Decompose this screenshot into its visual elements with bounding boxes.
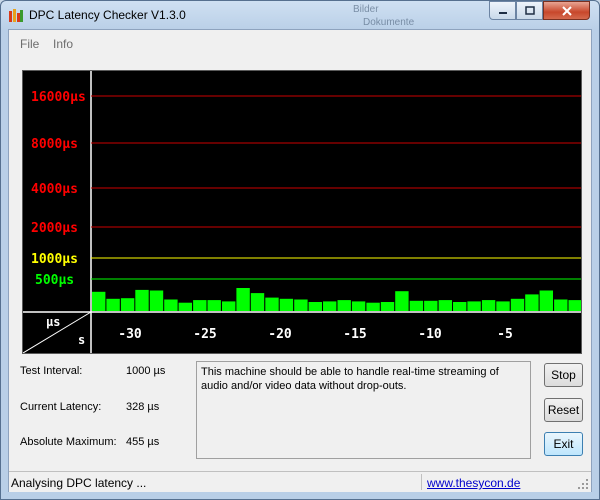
latency-bars bbox=[92, 288, 581, 311]
current-latency-label: Current Latency: bbox=[20, 401, 102, 413]
latency-bar bbox=[554, 299, 568, 311]
stop-button[interactable]: Stop bbox=[544, 363, 583, 387]
status-separator bbox=[421, 474, 422, 490]
latency-bar bbox=[366, 302, 380, 311]
latency-bar bbox=[193, 300, 207, 311]
app-window: DPC Latency Checker V1.3.0 Bilder Dokume… bbox=[0, 0, 600, 500]
resize-grip-icon[interactable] bbox=[578, 479, 589, 490]
window-title: DPC Latency Checker V1.3.0 bbox=[29, 8, 186, 22]
absolute-maximum-label: Absolute Maximum: bbox=[20, 436, 117, 448]
reset-button[interactable]: Reset bbox=[544, 398, 583, 422]
status-bar: Analysing DPC latency ... www.thesycon.d… bbox=[9, 471, 591, 492]
latency-bar bbox=[525, 294, 539, 311]
minimize-button[interactable] bbox=[489, 1, 516, 20]
test-interval-value: 1000 µs bbox=[126, 365, 166, 377]
close-icon bbox=[561, 5, 572, 16]
latency-bar bbox=[467, 301, 481, 311]
latency-bar bbox=[250, 293, 265, 311]
y-label-1000: 1000µs bbox=[31, 252, 78, 267]
x-label: -10 bbox=[418, 327, 442, 342]
maximize-icon bbox=[524, 6, 535, 15]
latency-bar bbox=[149, 290, 164, 311]
latency-bar bbox=[409, 300, 424, 311]
background-hint-2: Dokumente bbox=[363, 17, 415, 28]
y-label-16000: 16000µs bbox=[31, 90, 86, 105]
latency-bar bbox=[164, 299, 178, 311]
maximize-button[interactable] bbox=[516, 1, 543, 20]
close-button[interactable] bbox=[543, 1, 590, 20]
latency-bar bbox=[265, 297, 279, 311]
x-label: -30 bbox=[118, 327, 142, 342]
x-label: -20 bbox=[268, 327, 292, 342]
latency-bar bbox=[279, 298, 294, 311]
latency-bar bbox=[207, 300, 221, 311]
website-link[interactable]: www.thesycon.de bbox=[427, 476, 520, 490]
client-area: File Info 16000µs 8000µs 4000µs 2000µs 1… bbox=[8, 29, 592, 492]
latency-bar bbox=[178, 302, 192, 311]
latency-bar bbox=[337, 300, 351, 311]
menu-info[interactable]: Info bbox=[53, 37, 73, 51]
menu-bar: File Info bbox=[9, 30, 591, 57]
latency-bar bbox=[294, 299, 308, 311]
x-label: -25 bbox=[193, 327, 216, 342]
latency-graph-canvas: 16000µs 8000µs 4000µs 2000µs 1000µs 500µ… bbox=[23, 71, 581, 353]
y-label-4000: 4000µs bbox=[31, 182, 78, 197]
latency-bar bbox=[120, 298, 135, 311]
y-label-8000: 8000µs bbox=[31, 137, 78, 152]
result-message: This machine should be able to handle re… bbox=[196, 361, 531, 459]
latency-bar bbox=[481, 300, 496, 311]
x-label: -15 bbox=[343, 327, 366, 342]
x-label: -5 bbox=[497, 327, 513, 342]
absolute-maximum-value: 455 µs bbox=[126, 436, 160, 448]
latency-bar bbox=[438, 300, 452, 311]
test-interval-label: Test Interval: bbox=[20, 365, 83, 377]
latency-bar bbox=[135, 289, 149, 311]
latency-bar bbox=[510, 298, 525, 311]
minimize-icon bbox=[498, 11, 507, 14]
menu-file[interactable]: File bbox=[20, 37, 39, 51]
latency-bar bbox=[351, 301, 366, 311]
background-hint-1: Bilder bbox=[353, 4, 379, 15]
latency-bar bbox=[308, 302, 322, 311]
y-label-500: 500µs bbox=[35, 273, 74, 288]
latency-bar bbox=[539, 290, 553, 311]
latency-bar bbox=[92, 291, 106, 311]
latency-bar bbox=[106, 298, 120, 311]
latency-bar bbox=[380, 302, 395, 311]
latency-bar bbox=[395, 291, 409, 311]
exit-button[interactable]: Exit bbox=[544, 432, 583, 456]
y-label-2000: 2000µs bbox=[31, 221, 78, 236]
status-text: Analysing DPC latency ... bbox=[11, 476, 147, 490]
app-icon bbox=[9, 9, 23, 22]
title-bar[interactable]: DPC Latency Checker V1.3.0 Bilder Dokume… bbox=[1, 1, 599, 29]
corner-unit-us: µs bbox=[46, 315, 60, 329]
corner-unit-s: s bbox=[78, 333, 85, 347]
latency-bar bbox=[496, 301, 510, 311]
latency-bar bbox=[568, 300, 581, 311]
latency-bar bbox=[323, 301, 337, 311]
current-latency-value: 328 µs bbox=[126, 401, 160, 413]
latency-graph: 16000µs 8000µs 4000µs 2000µs 1000µs 500µ… bbox=[22, 70, 582, 354]
latency-bar bbox=[222, 301, 236, 311]
latency-bar bbox=[424, 300, 438, 311]
latency-bar bbox=[236, 288, 250, 311]
latency-bar bbox=[453, 302, 467, 311]
